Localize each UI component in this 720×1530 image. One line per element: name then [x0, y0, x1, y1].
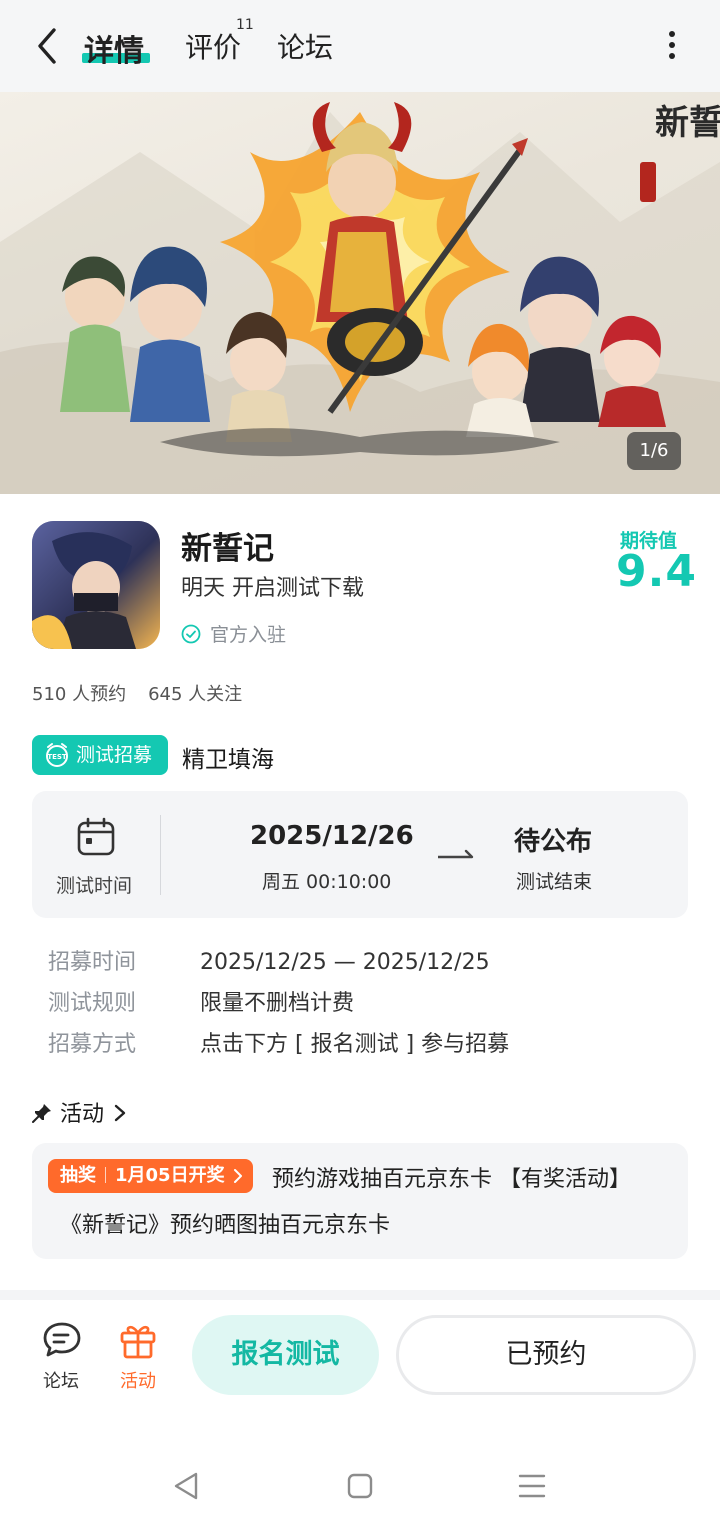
recruit-name: 精卫填海 — [182, 747, 274, 773]
reviews-count-badge: 11 — [236, 17, 254, 33]
forum-icon[interactable] — [42, 1320, 82, 1360]
test-end-label: 测试结束 — [516, 871, 593, 893]
activity-title-line2: 《新誓记》预约晒图抽百元京东卡 — [60, 1213, 391, 1238]
tab-reviews[interactable]: 评价 — [185, 26, 241, 66]
chevron-right-icon — [233, 1169, 242, 1183]
gift-icon[interactable] — [118, 1320, 158, 1360]
lottery-pill: 抽奖 1月05日开奖 — [48, 1159, 253, 1193]
signup-test-button[interactable]: 报名测试 — [192, 1315, 379, 1395]
nav-home-icon[interactable] — [344, 1470, 376, 1502]
lottery-date: 1月05日开奖 — [115, 1165, 225, 1186]
test-time-label: 测试时间 — [56, 875, 133, 897]
tab-forum[interactable]: 论坛 — [277, 26, 333, 66]
chevron-right-icon — [114, 1104, 126, 1122]
lottery-type: 抽奖 — [60, 1165, 96, 1186]
info-value: 限量不删档计费 — [200, 991, 355, 1016]
banner-logo-char-1: 新誓记 — [655, 103, 720, 143]
info-row-recruit-method: 招募方式 点击下方 [ 报名测试 ] 参与招募 — [48, 1026, 509, 1058]
info-key: 测试规则 — [48, 991, 137, 1016]
test-start-time: 周五 00:10:00 — [262, 871, 392, 893]
activity-label[interactable]: 活动 — [120, 1367, 156, 1393]
info-value: 2025/12/25 — 2025/12/25 — [200, 950, 490, 975]
test-start-date: 2025/12/26 — [250, 821, 414, 851]
back-icon[interactable] — [30, 26, 64, 66]
test-recruit-label: 测试招募 — [76, 744, 153, 766]
calendar-icon — [77, 817, 115, 856]
info-value: 点击下方 [ 报名测试 ] 参与招募 — [200, 1032, 510, 1057]
official-verified: 官方入驻 — [181, 620, 286, 647]
test-end-date: 待公布 — [514, 827, 593, 857]
nav-back-icon[interactable] — [170, 1470, 202, 1502]
expectation-score: 9.4 — [616, 546, 697, 597]
follow-count: 645 人关注 — [148, 684, 243, 705]
reserved-button[interactable]: 已预约 — [396, 1315, 696, 1395]
activity-section-header[interactable]: 活动 — [32, 1096, 126, 1128]
verified-check-icon — [181, 624, 201, 644]
info-key: 招募方式 — [48, 1032, 137, 1057]
arrow-right-icon — [438, 849, 474, 859]
activity-heading: 活动 — [60, 1102, 105, 1127]
pin-icon — [32, 1104, 51, 1123]
official-label: 官方入驻 — [210, 624, 287, 646]
test-time-card: 测试时间 2025/12/26 周五 00:10:00 待公布 测试结束 — [32, 791, 688, 918]
test-alarm-icon: TEST — [46, 743, 68, 767]
game-icon-image — [32, 521, 160, 649]
game-stats: 510 人预约 645 人关注 — [32, 680, 242, 706]
game-title: 新誓记 — [181, 531, 274, 567]
activity-card[interactable]: 抽奖 1月05日开奖 预约游戏抽百元京东卡 【有奖活动】 《新誓记》预约晒图抽百元… — [32, 1143, 688, 1259]
card-divider — [160, 815, 161, 895]
nav-menu-icon[interactable] — [516, 1470, 548, 1502]
banner-page-counter: 1/6 — [627, 432, 681, 470]
section-separator — [0, 1290, 720, 1300]
info-row-test-rules: 测试规则 限量不删档计费 — [48, 985, 354, 1017]
tab-details[interactable]: 详情 — [84, 26, 144, 70]
test-recruit-tag: TEST 测试招募 — [32, 735, 168, 775]
game-banner-image[interactable]: 新誓记 — [0, 92, 720, 494]
game-subtitle: 明天 开启测试下载 — [181, 576, 364, 601]
info-key: 招募时间 — [48, 950, 137, 975]
info-row-recruit-time: 招募时间 2025/12/25 — 2025/12/25 — [48, 944, 490, 976]
activity-title-line1: 预约游戏抽百元京东卡 【有奖活动】 — [272, 1167, 631, 1192]
reservation-count: 510 人预约 — [32, 684, 127, 705]
svg-text:TEST: TEST — [47, 753, 67, 761]
more-vertical-icon[interactable] — [660, 28, 684, 62]
forum-label[interactable]: 论坛 — [43, 1367, 79, 1393]
top-nav-bar: 详情 评价 11 论坛 — [0, 0, 720, 92]
